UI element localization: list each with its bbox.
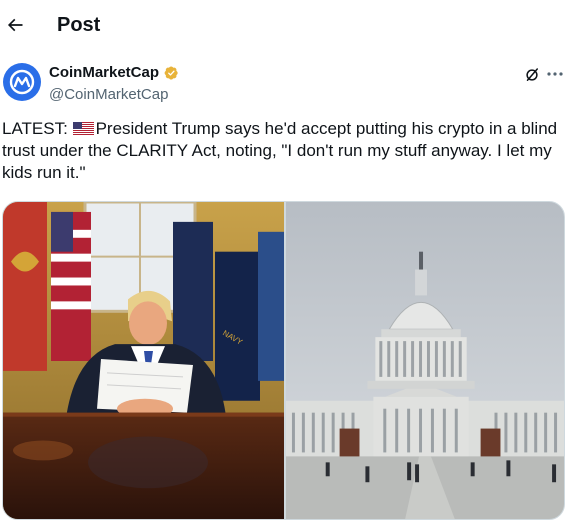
- author-name-row: CoinMarketCap: [49, 63, 179, 83]
- arrow-left-icon: [7, 18, 23, 32]
- grok-icon: [526, 68, 538, 81]
- back-button[interactable]: [0, 8, 30, 42]
- us-flag-icon: [72, 122, 94, 135]
- media-grid: NAVY: [2, 201, 565, 520]
- coinmarketcap-logo-icon: [9, 69, 35, 95]
- post-text: LATEST: President Trump says he'd accept…: [2, 118, 560, 184]
- gold-verified-icon[interactable]: [163, 65, 179, 81]
- grok-button[interactable]: [520, 64, 544, 86]
- author-handle[interactable]: @CoinMarketCap: [49, 85, 179, 105]
- post-text-prefix: LATEST:: [2, 119, 68, 138]
- photo-trump-oval-office[interactable]: NAVY: [3, 202, 284, 519]
- author-display-name[interactable]: CoinMarketCap: [49, 63, 159, 83]
- avatar[interactable]: [3, 63, 41, 101]
- author-block: CoinMarketCap @CoinMarketCap: [49, 63, 179, 105]
- more-horizontal-icon: [547, 72, 563, 76]
- photo-us-capitol[interactable]: [286, 202, 564, 519]
- post-header: Post: [0, 0, 565, 52]
- page-title: Post: [57, 14, 101, 36]
- more-button[interactable]: [546, 66, 564, 82]
